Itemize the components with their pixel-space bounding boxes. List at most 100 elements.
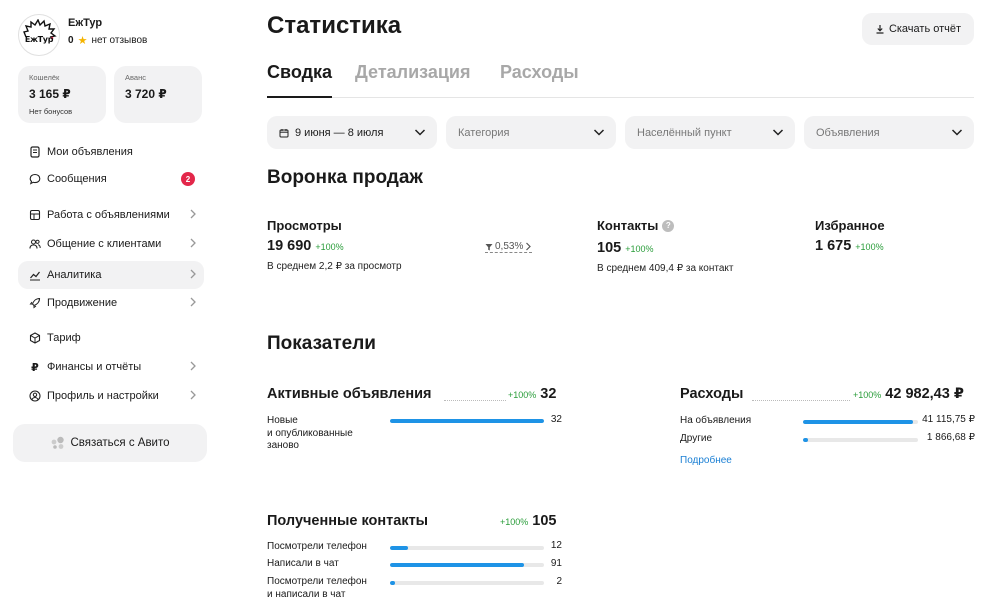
active-ads-bar: [390, 419, 544, 423]
sidebar-item-label: Профиль и настройки: [47, 390, 159, 402]
views-label: Просмотры: [267, 218, 342, 233]
expenses-row-value: 1 866,68 ₽: [926, 432, 975, 443]
date-range-filter[interactable]: 9 июня — 8 июля: [267, 116, 437, 149]
document-icon: [28, 145, 42, 159]
sidebar-item-ads-work[interactable]: Работа с объявлениями: [18, 201, 204, 229]
bonus-status: Нет бонусов: [29, 107, 73, 116]
favorites-change: +100%: [855, 242, 884, 252]
tab-expenses[interactable]: Расходы: [500, 62, 579, 98]
chevron-right-icon: [526, 242, 532, 251]
rocket-icon: [28, 296, 42, 310]
city-filter[interactable]: Населённый пункт: [625, 116, 795, 149]
sidebar-item-label: Мои объявления: [47, 146, 133, 158]
page-title: Статистика: [267, 12, 402, 39]
category-placeholder: Категория: [458, 126, 510, 139]
ads-filter[interactable]: Объявления: [804, 116, 974, 149]
sidebar-item-label: Продвижение: [47, 297, 118, 309]
profile-card[interactable]: ЕжТур ЕжТур 0 ★ нет отзывов: [18, 14, 147, 56]
favorites-value: 1 675: [815, 238, 852, 254]
active-ads-row-value: 32: [550, 414, 562, 425]
views-metric: 19 690 +100%: [267, 238, 344, 254]
expenses-total-group: +100% 42 982,43 ₽: [853, 386, 964, 402]
bar-fill: [390, 546, 408, 550]
ruble-icon: ₽: [31, 361, 39, 374]
sidebar: ЕжТур ЕжТур 0 ★ нет отзывов Кошелёк 3 16…: [0, 0, 215, 615]
wallet-label: Кошелёк: [29, 73, 60, 82]
star-icon: ★: [77, 35, 88, 47]
sidebar-item-clients[interactable]: Общение с клиентами: [18, 230, 204, 258]
contacts-row-label: Посмотрели телефон: [267, 541, 367, 552]
reviews-count: нет отзывов: [91, 35, 148, 46]
tab-details[interactable]: Детализация: [355, 62, 471, 98]
people-icon: [28, 237, 42, 251]
grid-icon: [28, 208, 42, 222]
chevron-down-icon: [593, 129, 605, 136]
profile-rating[interactable]: 0 ★ нет отзывов: [68, 34, 147, 47]
chevron-right-icon: [190, 361, 196, 371]
contact-avito-label: Связаться с Авито: [70, 437, 170, 449]
company-logo: ЕжТур: [18, 14, 60, 56]
bar-fill: [803, 438, 808, 442]
received-contacts-total-group: +100% 105: [500, 513, 556, 529]
chevron-right-icon: [190, 297, 196, 307]
views-change: +100%: [315, 242, 344, 252]
sidebar-item-label: Аналитика: [47, 269, 102, 281]
funnel-title: Воронка продаж: [267, 167, 423, 188]
sidebar-item-tariff[interactable]: Тариф: [18, 324, 204, 352]
expenses-change: +100%: [853, 390, 882, 400]
sidebar-item-label: Финансы и отчёты: [47, 361, 142, 373]
expenses-row-value: 41 115,75 ₽: [922, 414, 975, 425]
contact-avito-button[interactable]: Связаться с Авито: [13, 424, 207, 462]
help-icon[interactable]: ?: [662, 219, 675, 232]
user-icon: [28, 389, 42, 403]
dotted-leader: [752, 400, 850, 401]
sidebar-item-messages[interactable]: Сообщения 2: [18, 165, 204, 193]
date-range-value: 9 июня — 8 июля: [295, 126, 384, 139]
contacts-label: Контакты: [597, 218, 659, 233]
sidebar-item-analytics[interactable]: Аналитика: [18, 261, 204, 289]
contacts-label-group: Контакты ?: [597, 218, 675, 233]
chevron-down-icon: [772, 129, 784, 136]
tab-summary[interactable]: Сводка: [267, 62, 333, 98]
bar-fill: [803, 420, 914, 424]
sidebar-item-my-ads[interactable]: Мои объявления: [18, 138, 204, 166]
expenses-ads-bar: [803, 420, 918, 424]
advance-value: 3 720 ₽: [125, 87, 167, 101]
chevron-right-icon: [190, 390, 196, 400]
active-ads-title: Активные объявления: [267, 386, 432, 402]
unread-badge: 2: [181, 172, 195, 186]
chat-messages-bar: [390, 563, 544, 567]
expenses-more-link[interactable]: Подробнее: [680, 455, 732, 466]
views-average: В среднем 2,2 ₽ за просмотр: [267, 261, 402, 272]
sidebar-item-promotion[interactable]: Продвижение: [18, 289, 204, 317]
expenses-title: Расходы: [680, 386, 744, 402]
download-report-button[interactable]: Скачать отчёт: [862, 13, 974, 45]
contacts-value: 105: [597, 240, 622, 256]
favorites-metric: 1 675 +100%: [815, 238, 884, 254]
conversion-value: 0,53%: [495, 241, 524, 252]
phone-views-bar: [390, 546, 544, 550]
contacts-row-label: Посмотрели телефон и написали в чат: [267, 576, 367, 600]
conversion-rate[interactable]: 0,53%: [485, 241, 533, 253]
sidebar-item-label: Общение с клиентами: [47, 238, 162, 250]
advance-card[interactable]: Аванс 3 720 ₽: [114, 66, 202, 123]
expenses-total: 42 982,43 ₽: [885, 386, 964, 402]
calendar-icon: [279, 128, 289, 137]
chevron-down-icon: [951, 129, 963, 136]
sidebar-item-profile[interactable]: Профиль и настройки: [18, 382, 204, 410]
download-icon: [876, 25, 884, 34]
rating-value: 0: [68, 35, 74, 46]
contacts-row-value: 91: [550, 558, 562, 569]
phone-and-chat-bar: [390, 581, 544, 585]
contacts-row-value: 12: [550, 540, 562, 551]
wallet-card[interactable]: Кошелёк 3 165 ₽ Нет бонусов: [18, 66, 106, 123]
sidebar-item-finance[interactable]: ₽ Финансы и отчёты: [18, 353, 204, 381]
chevron-right-icon: [190, 269, 196, 279]
active-ads-total: 32: [540, 386, 557, 402]
expenses-row-label: Другие: [680, 433, 713, 444]
contacts-average: В среднем 409,4 ₽ за контакт: [597, 263, 734, 274]
category-filter[interactable]: Категория: [446, 116, 616, 149]
download-label: Скачать отчёт: [888, 23, 962, 35]
received-contacts-change: +100%: [500, 517, 529, 527]
profile-name[interactable]: ЕжТур: [68, 17, 147, 29]
